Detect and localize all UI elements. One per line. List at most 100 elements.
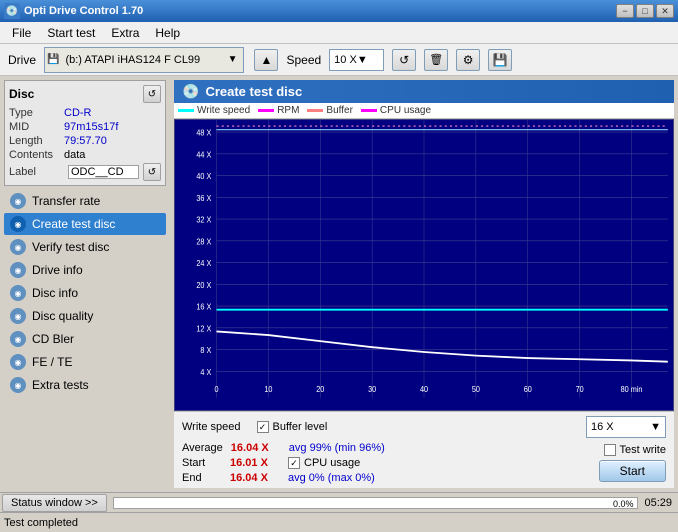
- verify-test-disc-icon: ◉: [10, 239, 26, 255]
- chart-legend: Write speed RPM Buffer CPU usage: [174, 103, 674, 119]
- sidebar-item-transfer-rate[interactable]: ◉ Transfer rate: [4, 190, 166, 212]
- speed-dropdown-arrow: ▼: [650, 421, 661, 433]
- disc-info: Type CD-R MID 97m15s17f Length 79:57.70 …: [9, 107, 161, 181]
- speed-dropdown-arrow: ▼: [357, 54, 368, 66]
- disc-mid-value: 97m15s17f: [64, 121, 118, 133]
- disc-length-label: Length: [9, 135, 64, 147]
- test-write-checkbox[interactable]: [604, 444, 616, 456]
- fe-te-icon: ◉: [10, 354, 26, 370]
- title-bar-title: Opti Drive Control 1.70: [24, 5, 143, 17]
- svg-text:40: 40: [420, 384, 429, 394]
- disc-quality-icon: ◉: [10, 308, 26, 324]
- avg-value: 16.04 X: [231, 442, 281, 454]
- sidebar-item-drive-info[interactable]: ◉ Drive info: [4, 259, 166, 281]
- sidebar-item-label: Verify test disc: [32, 240, 109, 254]
- sidebar-item-disc-info[interactable]: ◉ Disc info: [4, 282, 166, 304]
- minimize-button[interactable]: −: [616, 4, 634, 18]
- chart-area: 48 X 44 X 40 X 36 X 32 X 28 X 24 X 20 X …: [174, 119, 674, 411]
- bottom-controls: Write speed Buffer level 16 X ▼ A: [174, 411, 674, 488]
- panel-title-icon: 💿: [182, 83, 199, 100]
- menu-start-test[interactable]: Start test: [39, 24, 103, 42]
- sidebar-item-label: Disc info: [32, 286, 78, 300]
- svg-text:32 X: 32 X: [196, 215, 212, 225]
- test-write-row[interactable]: Test write: [604, 444, 666, 456]
- settings-button[interactable]: ⚙: [456, 49, 480, 71]
- sidebar-menu: ◉ Transfer rate ◉ Create test disc ◉ Ver…: [4, 190, 166, 396]
- buffer-level-control[interactable]: Buffer level: [257, 421, 328, 433]
- speed-dropdown[interactable]: 10 X ▼: [329, 49, 384, 71]
- menu-file[interactable]: File: [4, 24, 39, 42]
- write-speed-dropdown[interactable]: 16 X ▼: [586, 416, 666, 438]
- drive-info-icon: ◉: [10, 262, 26, 278]
- menu-help[interactable]: Help: [147, 24, 188, 42]
- close-button[interactable]: ✕: [656, 4, 674, 18]
- avg-label: Average: [182, 442, 223, 454]
- start-label: Start: [182, 457, 222, 469]
- speed-dropdown-value: 16 X: [591, 421, 614, 433]
- main-content: Disc ↺ Type CD-R MID 97m15s17f Length 79…: [0, 76, 678, 492]
- svg-text:80 min: 80 min: [621, 384, 643, 394]
- refresh-button[interactable]: ↺: [392, 49, 416, 71]
- panel-title-text: Create test disc: [205, 84, 302, 99]
- test-write-label: Test write: [620, 444, 666, 456]
- panel-title: 💿 Create test disc: [174, 80, 674, 103]
- avg-row: Average 16.04 X avg 99% (min 96%): [182, 442, 385, 454]
- progress-bar-container: 0.0%: [113, 497, 639, 509]
- start-row: Start 16.01 X CPU usage: [182, 457, 385, 469]
- sidebar-item-create-test-disc[interactable]: ◉ Create test disc: [4, 213, 166, 235]
- disc-label-refresh-button[interactable]: ↺: [143, 163, 161, 181]
- maximize-button[interactable]: □: [636, 4, 654, 18]
- menu-extra[interactable]: Extra: [103, 24, 147, 42]
- disc-type-value: CD-R: [64, 107, 92, 119]
- time-display: 05:29: [644, 497, 672, 509]
- sidebar-item-label: CD Bler: [32, 332, 74, 346]
- svg-text:50: 50: [472, 384, 481, 394]
- svg-text:20: 20: [316, 384, 325, 394]
- svg-text:70: 70: [576, 384, 585, 394]
- app-icon: 💿: [4, 3, 20, 19]
- end-value: 16.04 X: [230, 472, 280, 484]
- transfer-rate-icon: ◉: [10, 193, 26, 209]
- sidebar-item-extra-tests[interactable]: ◉ Extra tests: [4, 374, 166, 396]
- disc-info-icon: ◉: [10, 285, 26, 301]
- chart-svg: 48 X 44 X 40 X 36 X 32 X 28 X 24 X 20 X …: [175, 120, 673, 410]
- disc-length-row: Length 79:57.70: [9, 135, 161, 147]
- legend-rpm: RPM: [258, 105, 299, 116]
- cpu-usage-checkbox[interactable]: [288, 457, 300, 469]
- sidebar-item-label: Create test disc: [32, 217, 115, 231]
- drive-icon: 💾: [47, 54, 59, 65]
- status-window-button[interactable]: Status window >>: [2, 494, 107, 512]
- erase-button[interactable]: 🗑: [424, 49, 448, 71]
- title-bar-left: 💿 Opti Drive Control 1.70: [4, 3, 143, 19]
- svg-text:40 X: 40 X: [196, 172, 212, 182]
- extra-tests-icon: ◉: [10, 377, 26, 393]
- start-button[interactable]: Start: [599, 460, 666, 482]
- drive-dropdown[interactable]: (b:) ATAPI iHAS124 F CL99 ▼: [61, 49, 241, 71]
- disc-contents-value: data: [64, 149, 85, 161]
- disc-refresh-button[interactable]: ↺: [143, 85, 161, 103]
- test-completed-text: Test completed: [4, 517, 78, 529]
- create-test-disc-icon: ◉: [10, 216, 26, 232]
- sidebar-item-label: Disc quality: [32, 309, 93, 323]
- drive-up-button[interactable]: ▲: [254, 49, 278, 71]
- svg-text:60: 60: [524, 384, 533, 394]
- sidebar-item-disc-quality[interactable]: ◉ Disc quality: [4, 305, 166, 327]
- svg-text:48 X: 48 X: [196, 128, 212, 138]
- svg-text:44 X: 44 X: [196, 150, 212, 160]
- buffer-level-label: Buffer level: [273, 421, 328, 433]
- disc-mid-row: MID 97m15s17f: [9, 121, 161, 133]
- disc-title: Disc: [9, 87, 34, 101]
- drive-bar: Drive 💾 (b:) ATAPI iHAS124 F CL99 ▼ ▲ Sp…: [0, 44, 678, 76]
- svg-text:4 X: 4 X: [200, 367, 212, 377]
- controls-row: Write speed Buffer level 16 X ▼: [182, 416, 666, 438]
- save-button[interactable]: 💾: [488, 49, 512, 71]
- speed-label: Speed: [286, 53, 321, 67]
- sidebar-item-fe-te[interactable]: ◉ FE / TE: [4, 351, 166, 373]
- sidebar-item-verify-test-disc[interactable]: ◉ Verify test disc: [4, 236, 166, 258]
- cpu-usage-control[interactable]: CPU usage: [288, 457, 360, 469]
- sidebar-item-cd-bler[interactable]: ◉ CD Bler: [4, 328, 166, 350]
- drive-label: Drive: [8, 53, 36, 67]
- title-bar-buttons[interactable]: − □ ✕: [616, 4, 674, 18]
- progress-pct: 0.0%: [613, 498, 634, 510]
- buffer-level-checkbox[interactable]: [257, 421, 269, 433]
